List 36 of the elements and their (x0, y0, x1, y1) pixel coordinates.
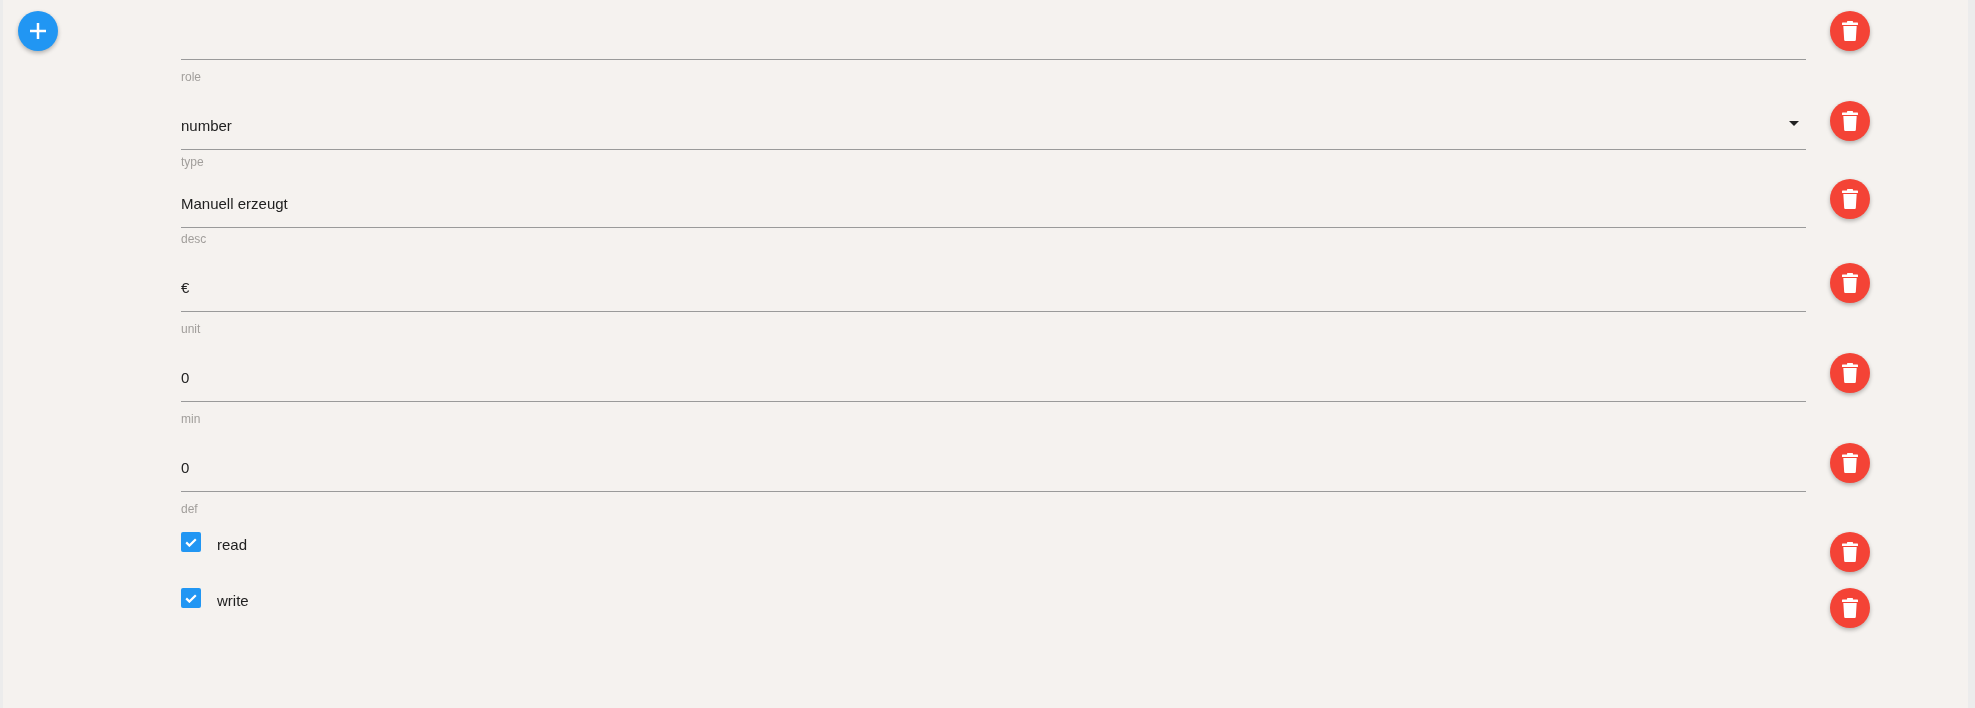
delete-button[interactable] (1830, 11, 1870, 51)
checkbox[interactable] (181, 532, 201, 552)
caret-icon (1789, 121, 1799, 126)
checkbox-label: read (217, 535, 248, 555)
field-label: unit (181, 322, 202, 336)
trash-icon (1842, 21, 1858, 41)
select-field[interactable]: number (181, 109, 1806, 150)
delete-button[interactable] (1830, 443, 1870, 483)
trash-icon (1842, 598, 1858, 618)
delete-button[interactable] (1830, 101, 1870, 141)
field-label: min (181, 412, 202, 426)
trash-icon (1842, 111, 1858, 131)
delete-button[interactable] (1830, 588, 1870, 628)
trash-icon (1842, 189, 1858, 209)
add-button[interactable] (18, 11, 58, 51)
delete-button[interactable] (1830, 532, 1870, 572)
checkbox[interactable] (181, 588, 201, 608)
text-field[interactable]: 0 (181, 451, 1806, 492)
checkmark-icon (185, 593, 197, 603)
plus-icon (30, 23, 46, 39)
field-label: desc (181, 232, 208, 246)
delete-button[interactable] (1830, 263, 1870, 303)
checkmark-icon (185, 537, 197, 547)
trash-icon (1842, 273, 1858, 293)
field-label: role (181, 70, 202, 84)
field-label: def (181, 502, 199, 516)
text-field[interactable]: 0 (181, 361, 1806, 402)
text-field[interactable]: € (181, 271, 1806, 312)
delete-button[interactable] (1830, 179, 1870, 219)
trash-icon (1842, 542, 1858, 562)
trash-icon (1842, 363, 1858, 383)
delete-button[interactable] (1830, 353, 1870, 393)
text-field[interactable]: Manuell erzeugt (181, 187, 1806, 228)
field-label: type (181, 155, 205, 169)
checkbox-label: write (217, 591, 249, 611)
trash-icon (1842, 453, 1858, 473)
